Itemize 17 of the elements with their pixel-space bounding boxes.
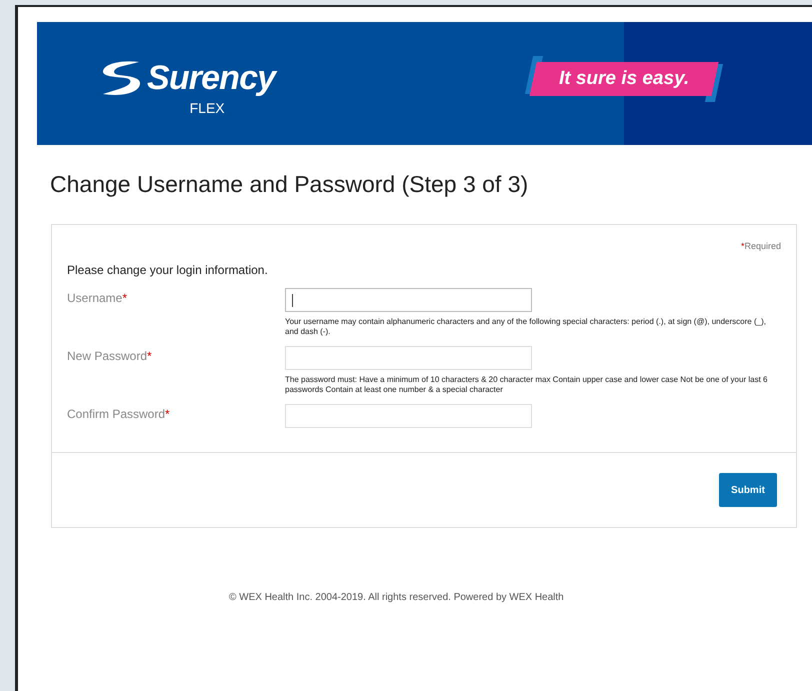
form-intro: Please change your login information. [67, 262, 269, 279]
field-label: New Password* [67, 348, 153, 365]
submit-button[interactable]: Submit [719, 473, 777, 507]
tagline-text: It sure is easy. [558, 66, 690, 91]
required-note: *Required [740, 240, 781, 253]
input-field[interactable] [285, 346, 532, 370]
field-label: Username* [67, 290, 128, 307]
field-label: Confirm Password* [67, 406, 171, 423]
input-field[interactable] [285, 404, 532, 428]
text-cursor-icon [292, 294, 293, 306]
page-title: Change Username and Password (Step 3 of 3) [50, 170, 530, 199]
footer-copyright: © WEX Health Inc. 2004-2019. All rights reserved. Powered by WEX Health [229, 591, 565, 605]
brand-subtitle: FLEX [190, 100, 225, 114]
field-help-text: Your username may contain alphanumeric characters and any of the following special characters: period (.), at sign (@), underscore (_), and dash (-). [285, 317, 767, 337]
brand-name: Surency [147, 60, 276, 94]
field-help-text: The password must: Have a minimum of 10 characters & 20 character max Contain upper case and lower case Not be one of your last 6 passwords Contain at least one number & a special character [285, 375, 768, 395]
input-field[interactable] [285, 288, 532, 312]
